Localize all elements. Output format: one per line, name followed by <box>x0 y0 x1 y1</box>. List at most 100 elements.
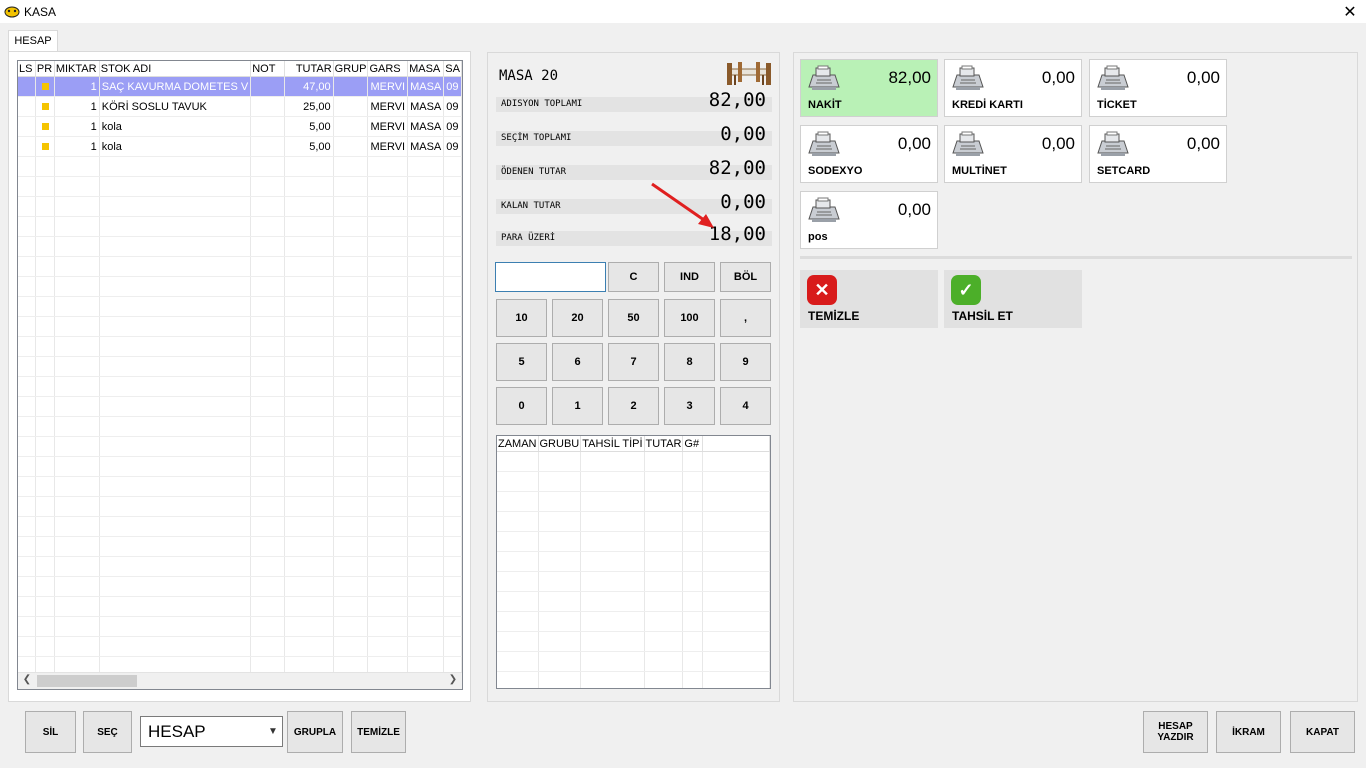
sec-button[interactable]: SEÇ <box>83 711 132 753</box>
order-col-header[interactable]: GRUP <box>333 61 369 77</box>
sil-button[interactable]: SİL <box>25 711 76 753</box>
order-col-header[interactable]: LS <box>18 61 36 77</box>
payment-type-button[interactable]: 0,00 TİCKET <box>1089 59 1227 117</box>
order-row[interactable] <box>18 176 462 197</box>
order-row[interactable] <box>18 296 462 317</box>
keypad-button-0[interactable]: C <box>608 262 659 292</box>
payment-col-header[interactable]: ZAMAN <box>497 436 539 452</box>
order-row[interactable] <box>18 496 462 517</box>
order-row[interactable]: 1 kola 5,00 MERVI MASA 09 <box>18 116 462 137</box>
order-row[interactable] <box>18 196 462 217</box>
order-row[interactable] <box>18 596 462 617</box>
order-row[interactable] <box>18 416 462 437</box>
keypad-button-row2-3[interactable]: 8 <box>664 343 715 381</box>
temizle-action-button[interactable]: ✕ TEMİZLE <box>800 270 938 328</box>
order-col-header[interactable]: MIKTAR <box>54 61 100 77</box>
order-row[interactable] <box>18 316 462 337</box>
order-row[interactable] <box>18 436 462 457</box>
payment-row[interactable] <box>497 491 770 512</box>
keypad-button-row2-1[interactable]: 6 <box>552 343 603 381</box>
order-row[interactable] <box>18 236 462 257</box>
keypad-button-1[interactable]: IND <box>664 262 715 292</box>
order-col-header[interactable]: SA <box>443 61 462 77</box>
order-col-header[interactable]: NOT <box>250 61 285 77</box>
order-row[interactable] <box>18 636 462 657</box>
order-row[interactable] <box>18 256 462 277</box>
amount-input[interactable] <box>495 262 606 292</box>
order-row[interactable] <box>18 336 462 357</box>
order-grid[interactable]: LS PR MIKTAR STOK ADI NOT TUTAR GRUP GARS MASA SA… <box>17 60 463 690</box>
keypad-button-row1-4[interactable]: , <box>720 299 771 337</box>
temizle-button[interactable]: TEMİZLE <box>351 711 406 753</box>
payment-type-button[interactable]: 0,00 KREDİ KARTI <box>944 59 1082 117</box>
scroll-right-icon[interactable]: ❯ <box>446 674 460 688</box>
payments-grid[interactable]: ZAMAN GRUBU TAHSİL TİPİ TUTAR G# <box>496 435 771 689</box>
order-row[interactable] <box>18 476 462 497</box>
close-icon[interactable]: ✕ <box>1334 0 1366 23</box>
payment-col-header[interactable]: TAHSİL TİPİ <box>580 436 645 452</box>
order-col-header[interactable]: MASA <box>407 61 445 77</box>
order-col-header[interactable]: GARS <box>367 61 409 77</box>
keypad-button-row3-4[interactable]: 4 <box>720 387 771 425</box>
payment-row[interactable] <box>497 671 770 688</box>
keypad-button-row1-0[interactable]: 10 <box>496 299 547 337</box>
keypad-button-row2-4[interactable]: 9 <box>720 343 771 381</box>
order-row[interactable] <box>18 616 462 637</box>
payment-type-button[interactable]: 82,00 NAKİT <box>800 59 938 117</box>
order-row[interactable] <box>18 556 462 577</box>
payment-row[interactable] <box>497 551 770 572</box>
keypad-button-row2-0[interactable]: 5 <box>496 343 547 381</box>
keypad-button-2[interactable]: BÖL <box>720 262 771 292</box>
payment-type-button[interactable]: 0,00 pos <box>800 191 938 249</box>
payment-col-header[interactable]: TUTAR <box>644 436 684 452</box>
payment-row[interactable] <box>497 611 770 632</box>
payment-row[interactable] <box>497 531 770 552</box>
order-row[interactable] <box>18 376 462 397</box>
order-col-header[interactable]: TUTAR <box>284 61 334 77</box>
scrollbar-thumb[interactable] <box>37 675 137 687</box>
hesap-yazdir-button[interactable]: HESAP YAZDIR <box>1143 711 1208 753</box>
order-row[interactable] <box>18 156 462 177</box>
payment-col-header[interactable]: G# <box>682 436 704 452</box>
order-row[interactable] <box>18 456 462 477</box>
keypad-button-row3-0[interactable]: 0 <box>496 387 547 425</box>
payment-row[interactable] <box>497 651 770 672</box>
tahsil-et-button[interactable]: ✓ TAHSİL ET <box>944 270 1082 328</box>
keypad-button-row1-1[interactable]: 20 <box>552 299 603 337</box>
order-row[interactable] <box>18 276 462 297</box>
payment-row[interactable] <box>497 511 770 532</box>
order-col-header[interactable]: PR <box>35 61 55 77</box>
order-row[interactable] <box>18 216 462 237</box>
order-row[interactable] <box>18 396 462 417</box>
keypad-button-row3-2[interactable]: 2 <box>608 387 659 425</box>
payment-row[interactable] <box>497 471 770 492</box>
kapat-button[interactable]: KAPAT <box>1290 711 1355 753</box>
keypad-button-row1-3[interactable]: 100 <box>664 299 715 337</box>
horizontal-scrollbar[interactable]: ❮ ❯ <box>18 672 462 689</box>
keypad-button-row3-1[interactable]: 1 <box>552 387 603 425</box>
payment-col-header[interactable]: GRUBU <box>538 436 582 452</box>
payment-row[interactable] <box>497 631 770 652</box>
payment-type-button[interactable]: 0,00 SETCARD <box>1089 125 1227 183</box>
ikram-button[interactable]: İKRAM <box>1216 711 1281 753</box>
payment-row[interactable] <box>497 591 770 612</box>
order-row[interactable] <box>18 536 462 557</box>
payment-row[interactable] <box>497 451 770 472</box>
payment-type-button[interactable]: 0,00 SODEXYO <box>800 125 938 183</box>
grupla-button[interactable]: GRUPLA <box>287 711 343 753</box>
order-row[interactable] <box>18 516 462 537</box>
order-row[interactable] <box>18 356 462 377</box>
order-row[interactable] <box>18 576 462 597</box>
keypad-button-row2-2[interactable]: 7 <box>608 343 659 381</box>
payment-type-button[interactable]: 0,00 MULTİNET <box>944 125 1082 183</box>
order-row[interactable]: 1 SAÇ KAVURMA DOMETES V 47,00 MERVI MASA 09 <box>18 76 462 97</box>
order-col-header[interactable]: STOK ADI <box>99 61 252 77</box>
keypad-button-row3-3[interactable]: 3 <box>664 387 715 425</box>
order-row[interactable]: 1 KÖRİ SOSLU TAVUK 25,00 MERVI MASA 09 <box>18 96 462 117</box>
keypad-button-row1-2[interactable]: 50 <box>608 299 659 337</box>
scroll-left-icon[interactable]: ❮ <box>20 674 34 688</box>
payment-row[interactable] <box>497 571 770 592</box>
order-row[interactable]: 1 kola 5,00 MERVI MASA 09 <box>18 136 462 157</box>
tab-hesap[interactable]: HESAP <box>8 30 58 52</box>
account-select[interactable]: HESAP ▼ <box>140 716 283 747</box>
